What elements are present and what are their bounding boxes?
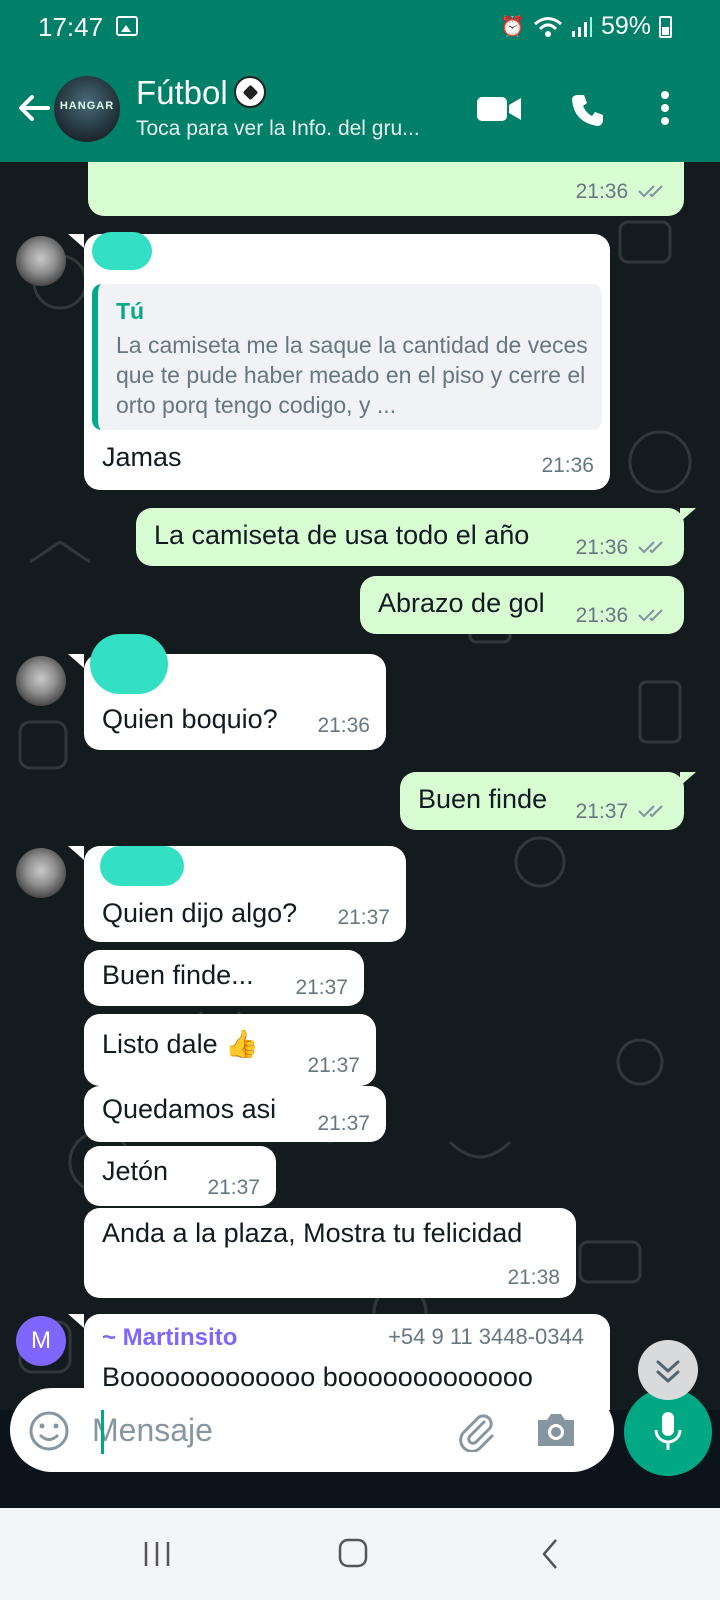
message-meta: 21:36 [576, 180, 668, 204]
bubble-tail [68, 654, 84, 668]
sender-avatar[interactable] [16, 656, 66, 706]
message-time: 21:37 [337, 906, 390, 929]
composer-bar [0, 1378, 720, 1508]
message-text: Listo dale [102, 1029, 218, 1059]
redacted-sender-name [100, 846, 184, 886]
message-text: Abrazo de gol [378, 588, 545, 618]
home-icon[interactable] [338, 1538, 368, 1568]
message-incoming[interactable]: Quien boquio? 21:36 [84, 634, 386, 750]
message-text-wrap: Listo dale 👍 [102, 1028, 259, 1060]
chat-title[interactable]: Fútbol [136, 74, 266, 112]
message-input-container[interactable] [10, 1388, 614, 1472]
more-vert-icon[interactable] [658, 90, 672, 126]
message-time: 21:36 [575, 180, 629, 203]
phone-icon[interactable] [570, 92, 606, 128]
message-outgoing[interactable]: Buen finde 21:37 [400, 772, 684, 830]
quoted-author: Tú [116, 298, 145, 324]
scroll-to-bottom-button[interactable] [638, 1340, 698, 1400]
camera-icon[interactable] [534, 1410, 578, 1450]
chat-subtitle[interactable]: Toca para ver la Info. del gru... [136, 117, 466, 141]
sender-avatar[interactable] [16, 236, 66, 286]
quoted-message[interactable]: Tú La camiseta me la saque la cantidad d… [92, 284, 602, 430]
message-incoming[interactable]: Jetón 21:37 [84, 1146, 276, 1206]
message-meta: 21:37 [576, 800, 668, 824]
chat-title-text: Fútbol [136, 74, 228, 111]
message-text: Quedamos asi [102, 1094, 277, 1124]
double-check-icon [638, 609, 663, 622]
nav-back-icon[interactable] [540, 1538, 560, 1570]
message-meta: 21:36 [576, 604, 668, 628]
sender-avatar-letter[interactable]: M [16, 1316, 66, 1366]
message-outgoing[interactable]: Abrazo de gol 21:36 [360, 576, 684, 634]
sender-name[interactable]: ~ Martinsito [102, 1324, 237, 1352]
message-time: 21:37 [307, 1054, 360, 1077]
double-check-icon [638, 805, 663, 818]
message-incoming[interactable]: Buen finde... 21:37 [84, 950, 364, 1006]
emoji-icon[interactable] [28, 1410, 70, 1452]
app-header: 17:47 ⏰ 59% HANGAR Fútbol Toca para ver … [0, 0, 720, 162]
gallery-notification-icon [116, 16, 138, 36]
sender-phone: +54 9 11 3448-0344 [388, 1324, 584, 1349]
group-avatar-logo: HANGAR [59, 100, 115, 112]
video-call-icon[interactable] [476, 94, 522, 124]
message-text: Quien dijo algo? [102, 898, 298, 928]
message-time: 21:36 [317, 714, 370, 737]
message-incoming[interactable]: Quedamos asi 21:37 [84, 1086, 386, 1142]
message-input[interactable] [92, 1406, 452, 1454]
message-text: Quien boquio? [102, 704, 278, 734]
status-time: 17:47 [38, 12, 104, 42]
message-text: Anda a la plaza, Mostra tu felicidad [102, 1218, 523, 1248]
scroll-down-icon [656, 1360, 680, 1383]
mic-icon [654, 1412, 682, 1450]
message-text: Buen finde... [102, 960, 254, 990]
battery-percent: 59% [600, 12, 651, 40]
message-text: Jamas [102, 442, 182, 472]
chat-area[interactable]: 21:36 Tú La camiseta me la saque la cant… [0, 162, 720, 1410]
mic-button[interactable] [624, 1388, 712, 1476]
recents-icon[interactable] [142, 1540, 172, 1568]
redacted-sender-name [92, 232, 152, 270]
message-incoming[interactable]: Quien dijo algo? 21:37 [84, 846, 406, 942]
alarm-icon: ⏰ [500, 16, 525, 38]
message-outgoing[interactable]: 21:36 [88, 162, 684, 216]
message-text: Buen finde [418, 784, 548, 814]
message-time: 21:37 [317, 1112, 370, 1135]
bubble-tail [68, 234, 84, 248]
signal-icon [571, 16, 592, 37]
status-bar: 17:47 ⏰ 59% [0, 0, 720, 56]
redacted-sender-name [90, 634, 168, 694]
status-right: ⏰ 59% [500, 12, 672, 41]
battery-icon [659, 15, 672, 38]
thumbs-up-emoji: 👍 [225, 1029, 259, 1059]
wifi-icon [533, 16, 562, 37]
back-arrow-icon[interactable] [14, 88, 54, 128]
message-time: 21:37 [295, 976, 348, 999]
bubble-tail [68, 1314, 84, 1328]
message-time: 21:37 [575, 800, 629, 823]
sender-avatar[interactable] [16, 848, 66, 898]
message-incoming[interactable]: Anda a la plaza, Mostra tu felicidad 21:… [84, 1208, 576, 1298]
group-avatar[interactable]: HANGAR [54, 76, 120, 142]
quoted-text: La camiseta me la saque la cantidad de v… [116, 332, 588, 418]
message-outgoing[interactable]: La camiseta de usa todo el año 21:36 [136, 508, 684, 566]
attach-icon[interactable] [454, 1408, 498, 1452]
message-incoming[interactable]: Listo dale 👍 21:37 [84, 1014, 376, 1086]
message-incoming-reply[interactable]: Tú La camiseta me la saque la cantidad d… [84, 232, 610, 490]
bubble-tail [68, 846, 84, 860]
message-text: Jetón [102, 1156, 169, 1186]
double-check-icon [638, 185, 663, 198]
text-caret [101, 1410, 104, 1454]
message-meta: 21:36 [576, 536, 668, 560]
message-time: 21:37 [207, 1176, 260, 1199]
message-time: 21:38 [507, 1266, 560, 1289]
system-nav-bar [0, 1508, 720, 1600]
message-time: 21:36 [575, 536, 629, 559]
soccer-ball-icon [233, 76, 266, 108]
message-time: 21:36 [541, 454, 594, 477]
message-time: 21:36 [575, 604, 629, 627]
message-text: La camiseta de usa todo el año [154, 520, 530, 550]
double-check-icon [638, 541, 663, 554]
